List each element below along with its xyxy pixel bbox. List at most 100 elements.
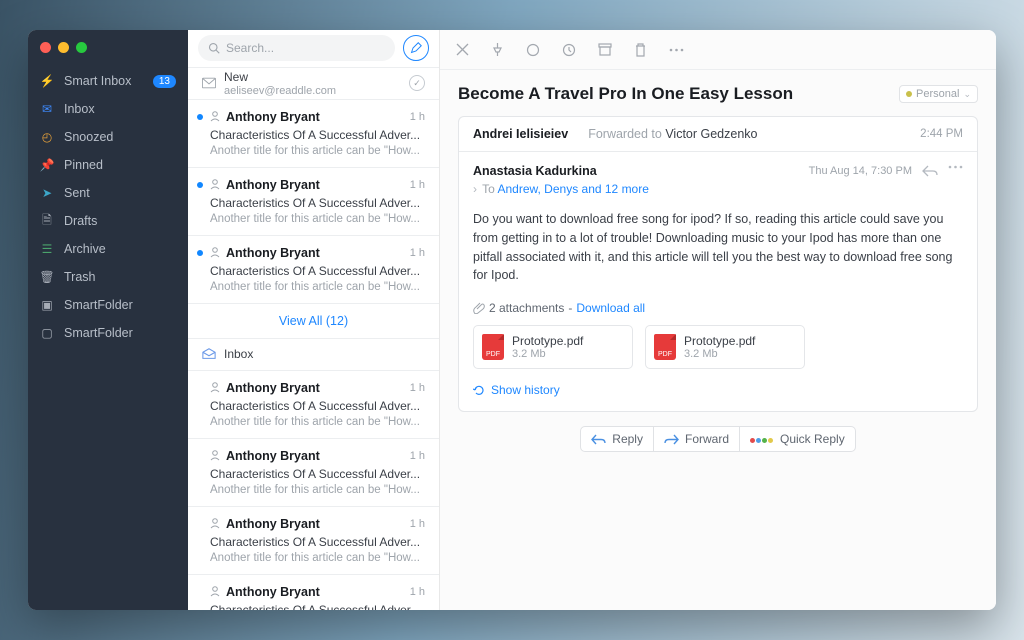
message-list-column: Search... New aeliseev@readdle.com ✓ Ant…	[188, 30, 440, 610]
action-bar: Reply Forward Quick Reply	[458, 426, 978, 452]
message-more-icon[interactable]	[948, 165, 963, 169]
message-item[interactable]: Anthony Bryant1 hCharacteristics Of A Su…	[188, 439, 439, 507]
forwarded-to-name: Victor Gedzenko	[665, 127, 757, 141]
group-header-new[interactable]: New aeliseev@readdle.com ✓	[188, 68, 439, 100]
message-item[interactable]: Anthony Bryant1 hCharacteristics Of A Su…	[188, 575, 439, 610]
to-recipients-link[interactable]: Andrew, Denys and 12 more	[497, 182, 648, 196]
sidebar-item-snoozed[interactable]: ◴Snoozed	[28, 123, 188, 151]
message-subject: Become A Travel Pro In One Easy Lesson	[458, 84, 899, 104]
pdf-file-icon: PDF	[482, 334, 504, 360]
close-icon[interactable]	[456, 43, 469, 56]
zoom-window-button[interactable]	[76, 42, 87, 53]
sidebar-item-label: Drafts	[64, 214, 176, 228]
sidebar: ⚡Smart Inbox13✉Inbox◴Snoozed📌Pinned ➤ Sent…	[28, 30, 188, 610]
message-item[interactable]: Anthony Bryant1 hCharacteristics Of A Su…	[188, 100, 439, 168]
quick-reply-button[interactable]: Quick Reply	[740, 426, 856, 452]
sidebar-item-archive[interactable]: ☰Archive	[28, 235, 188, 263]
message-preview: Another title for this article can be "H…	[210, 145, 425, 157]
message-preview: Another title for this article can be "H…	[210, 281, 425, 293]
forward-button[interactable]: Forward	[654, 426, 740, 452]
message-from: Anthony Bryant	[226, 517, 320, 531]
show-history-label: Show history	[491, 383, 560, 397]
sidebar-item-smartfolder[interactable]: ▢SmartFolder	[28, 319, 188, 347]
archive-icon: ☰	[40, 242, 54, 256]
archive-icon[interactable]	[598, 43, 612, 56]
message-subject-preview: Characteristics Of A Successful Adver...	[210, 467, 425, 481]
mark-all-read-button[interactable]: ✓	[409, 75, 425, 91]
pin-icon[interactable]	[491, 42, 504, 57]
quick-reply-dots-icon	[750, 432, 774, 446]
snooze-icon[interactable]	[562, 43, 576, 57]
attachment-item[interactable]: PDFPrototype.pdf3.2 Mb	[473, 325, 633, 369]
compose-button[interactable]	[403, 35, 429, 61]
sidebar-item-label: SmartFolder	[64, 326, 176, 340]
sidebar-item-label: Sent	[64, 186, 176, 200]
message-item[interactable]: Anthony Bryant1 hCharacteristics Of A Su…	[188, 236, 439, 304]
sidebar-item-trash[interactable]: 🗑Trash	[28, 263, 188, 291]
view-all-button[interactable]: View All (12)	[188, 304, 439, 339]
person-icon	[210, 247, 220, 258]
message-preview: Another title for this article can be "H…	[210, 416, 425, 428]
sidebar-item-drafts[interactable]: 🗎 Drafts	[28, 207, 188, 235]
person-icon	[210, 382, 220, 393]
person-icon	[210, 179, 220, 190]
attachments-header: 2 attachments - Download all	[473, 301, 963, 315]
reply-label: Reply	[612, 432, 643, 446]
section-header-inbox[interactable]: Inbox	[188, 339, 439, 371]
minimize-window-button[interactable]	[58, 42, 69, 53]
envelope-icon	[202, 77, 216, 89]
reader-pane: Become A Travel Pro In One Easy Lesson P…	[440, 30, 996, 610]
more-icon[interactable]	[669, 48, 684, 52]
message-subject-preview: Characteristics Of A Successful Adver...	[210, 535, 425, 549]
mark-read-icon[interactable]	[526, 43, 540, 57]
sent-icon: ➤	[40, 186, 54, 200]
message-item[interactable]: Anthony Bryant1 hCharacteristics Of A Su…	[188, 507, 439, 575]
pencil-icon	[410, 42, 422, 54]
attachment-size: 3.2 Mb	[512, 348, 583, 360]
attachments-list: PDFPrototype.pdf3.2 Mb PDFPrototype.pdf3.…	[473, 325, 963, 369]
message-time: 1 h	[410, 450, 425, 462]
sidebar-item-smart-inbox[interactable]: ⚡Smart Inbox13	[28, 67, 188, 95]
drafts-icon: 🗎	[40, 211, 54, 232]
close-window-button[interactable]	[40, 42, 51, 53]
thread-time: 2:44 PM	[920, 128, 963, 140]
show-history-button[interactable]: Show history	[473, 383, 963, 397]
reply-icon[interactable]	[922, 165, 938, 177]
message-time: 1 h	[410, 586, 425, 598]
trash-icon[interactable]	[634, 43, 647, 57]
message-from: Anthony Bryant	[226, 178, 320, 192]
message-from: Anthony Bryant	[226, 246, 320, 260]
search-input[interactable]: Search...	[198, 35, 395, 61]
reply-button[interactable]: Reply	[580, 426, 654, 452]
download-all-link[interactable]: Download all	[576, 301, 645, 315]
sidebar-item-sent[interactable]: ➤ Sent	[28, 179, 188, 207]
message-from: Anthony Bryant	[226, 110, 320, 124]
sidebar-item-pinned[interactable]: 📌Pinned	[28, 151, 188, 179]
section-label: Inbox	[224, 347, 253, 361]
thread-from: Andrei Ielisieiev	[473, 127, 568, 141]
thread-header[interactable]: Andrei Ielisieiev Forwarded to Victor Ge…	[459, 117, 977, 152]
forward-label: Forward	[685, 432, 729, 446]
pinned-icon: 📌	[40, 158, 54, 172]
message-from: Anthony Bryant	[226, 381, 320, 395]
message-time: 1 h	[410, 247, 425, 259]
reader-body: Become A Travel Pro In One Easy Lesson P…	[440, 70, 996, 470]
window-controls	[28, 42, 188, 67]
snoozed-icon: ◴	[40, 130, 54, 144]
sidebar-item-inbox[interactable]: ✉Inbox	[28, 95, 188, 123]
personal-tag[interactable]: Personal ⌄	[899, 85, 978, 103]
sidebar-item-label: Trash	[64, 270, 176, 284]
message-item[interactable]: Anthony Bryant1 hCharacteristics Of A Su…	[188, 168, 439, 236]
sidebar-item-smartfolder[interactable]: ▣SmartFolder	[28, 291, 188, 319]
message-from: Anastasia Kadurkina	[473, 164, 597, 178]
expand-chevron-icon[interactable]: ›	[473, 182, 477, 196]
sidebar-item-label: Smart Inbox	[64, 74, 153, 88]
message-item[interactable]: Anthony Bryant1 hCharacteristics Of A Su…	[188, 371, 439, 439]
to-line: › To Andrew, Denys and 12 more	[473, 182, 963, 196]
chevron-down-icon: ⌄	[963, 89, 971, 100]
sidebar-item-label: Inbox	[64, 102, 176, 116]
person-icon	[210, 518, 220, 529]
reply-arrow-icon	[591, 434, 606, 445]
attachment-item[interactable]: PDFPrototype.pdf3.2 Mb	[645, 325, 805, 369]
pdf-file-icon: PDF	[654, 334, 676, 360]
